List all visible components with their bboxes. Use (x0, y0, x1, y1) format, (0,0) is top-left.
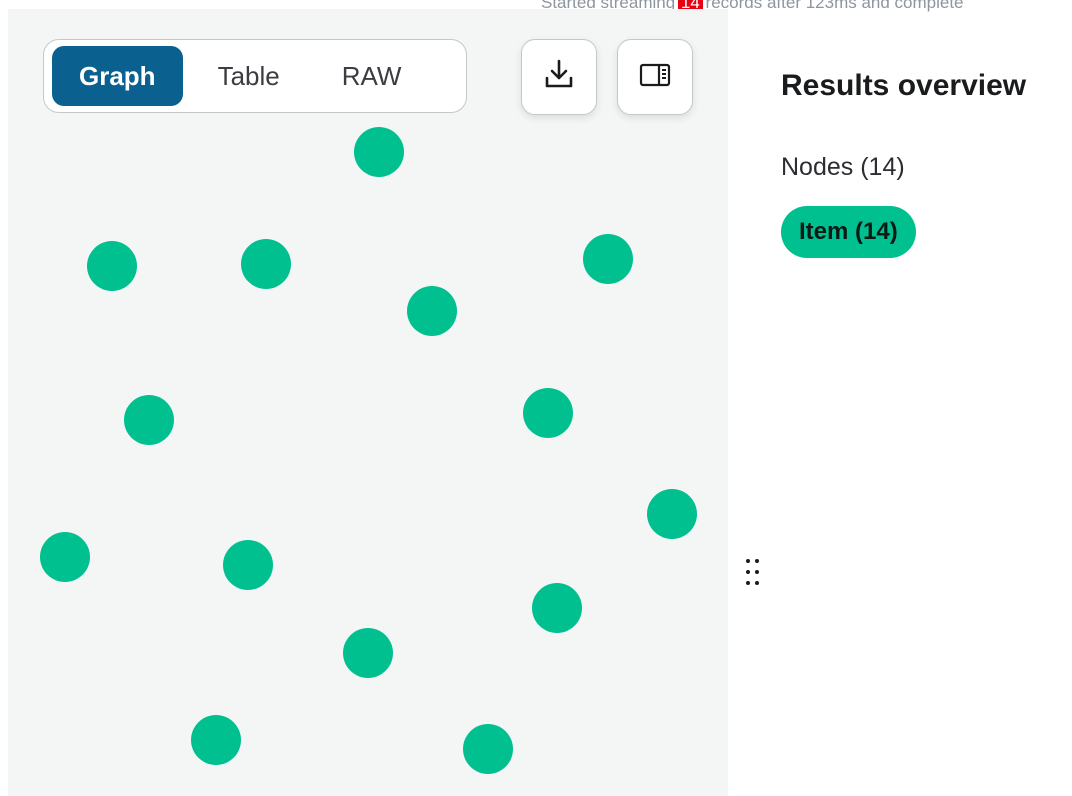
graph-node[interactable] (223, 540, 273, 590)
graph-node[interactable] (124, 395, 174, 445)
status-suffix: records after 123ms and complete (700, 0, 964, 12)
graph-node[interactable] (191, 715, 241, 765)
graph-node[interactable] (40, 532, 90, 582)
graph-node[interactable] (241, 239, 291, 289)
results-overview-title: Results overview (781, 69, 1027, 102)
results-overview-panel: Results overview Nodes (14) Item (14) (781, 60, 1072, 258)
node-label-chip-item[interactable]: Item (14) (781, 206, 916, 258)
graph-node[interactable] (532, 583, 582, 633)
nodes-count-heading: Nodes (14) (781, 153, 905, 181)
toggle-side-panel-button[interactable] (617, 39, 693, 115)
resize-handle[interactable] (744, 557, 764, 589)
graph-node[interactable] (523, 388, 573, 438)
tab-graph[interactable]: Graph (52, 46, 183, 106)
download-button[interactable] (521, 39, 597, 115)
tab-raw[interactable]: RAW (315, 46, 429, 106)
graph-node[interactable] (407, 286, 457, 336)
view-toggle: Graph Table RAW (43, 39, 467, 113)
graph-node[interactable] (647, 489, 697, 539)
side-panel-icon (638, 60, 672, 95)
graph-canvas[interactable]: Graph Table RAW (8, 9, 728, 796)
graph-node[interactable] (87, 241, 137, 291)
graph-node[interactable] (583, 234, 633, 284)
graph-node[interactable] (354, 127, 404, 177)
graph-node[interactable] (463, 724, 513, 774)
graph-node[interactable] (343, 628, 393, 678)
tab-table[interactable]: Table (191, 46, 307, 106)
download-icon (540, 56, 578, 99)
